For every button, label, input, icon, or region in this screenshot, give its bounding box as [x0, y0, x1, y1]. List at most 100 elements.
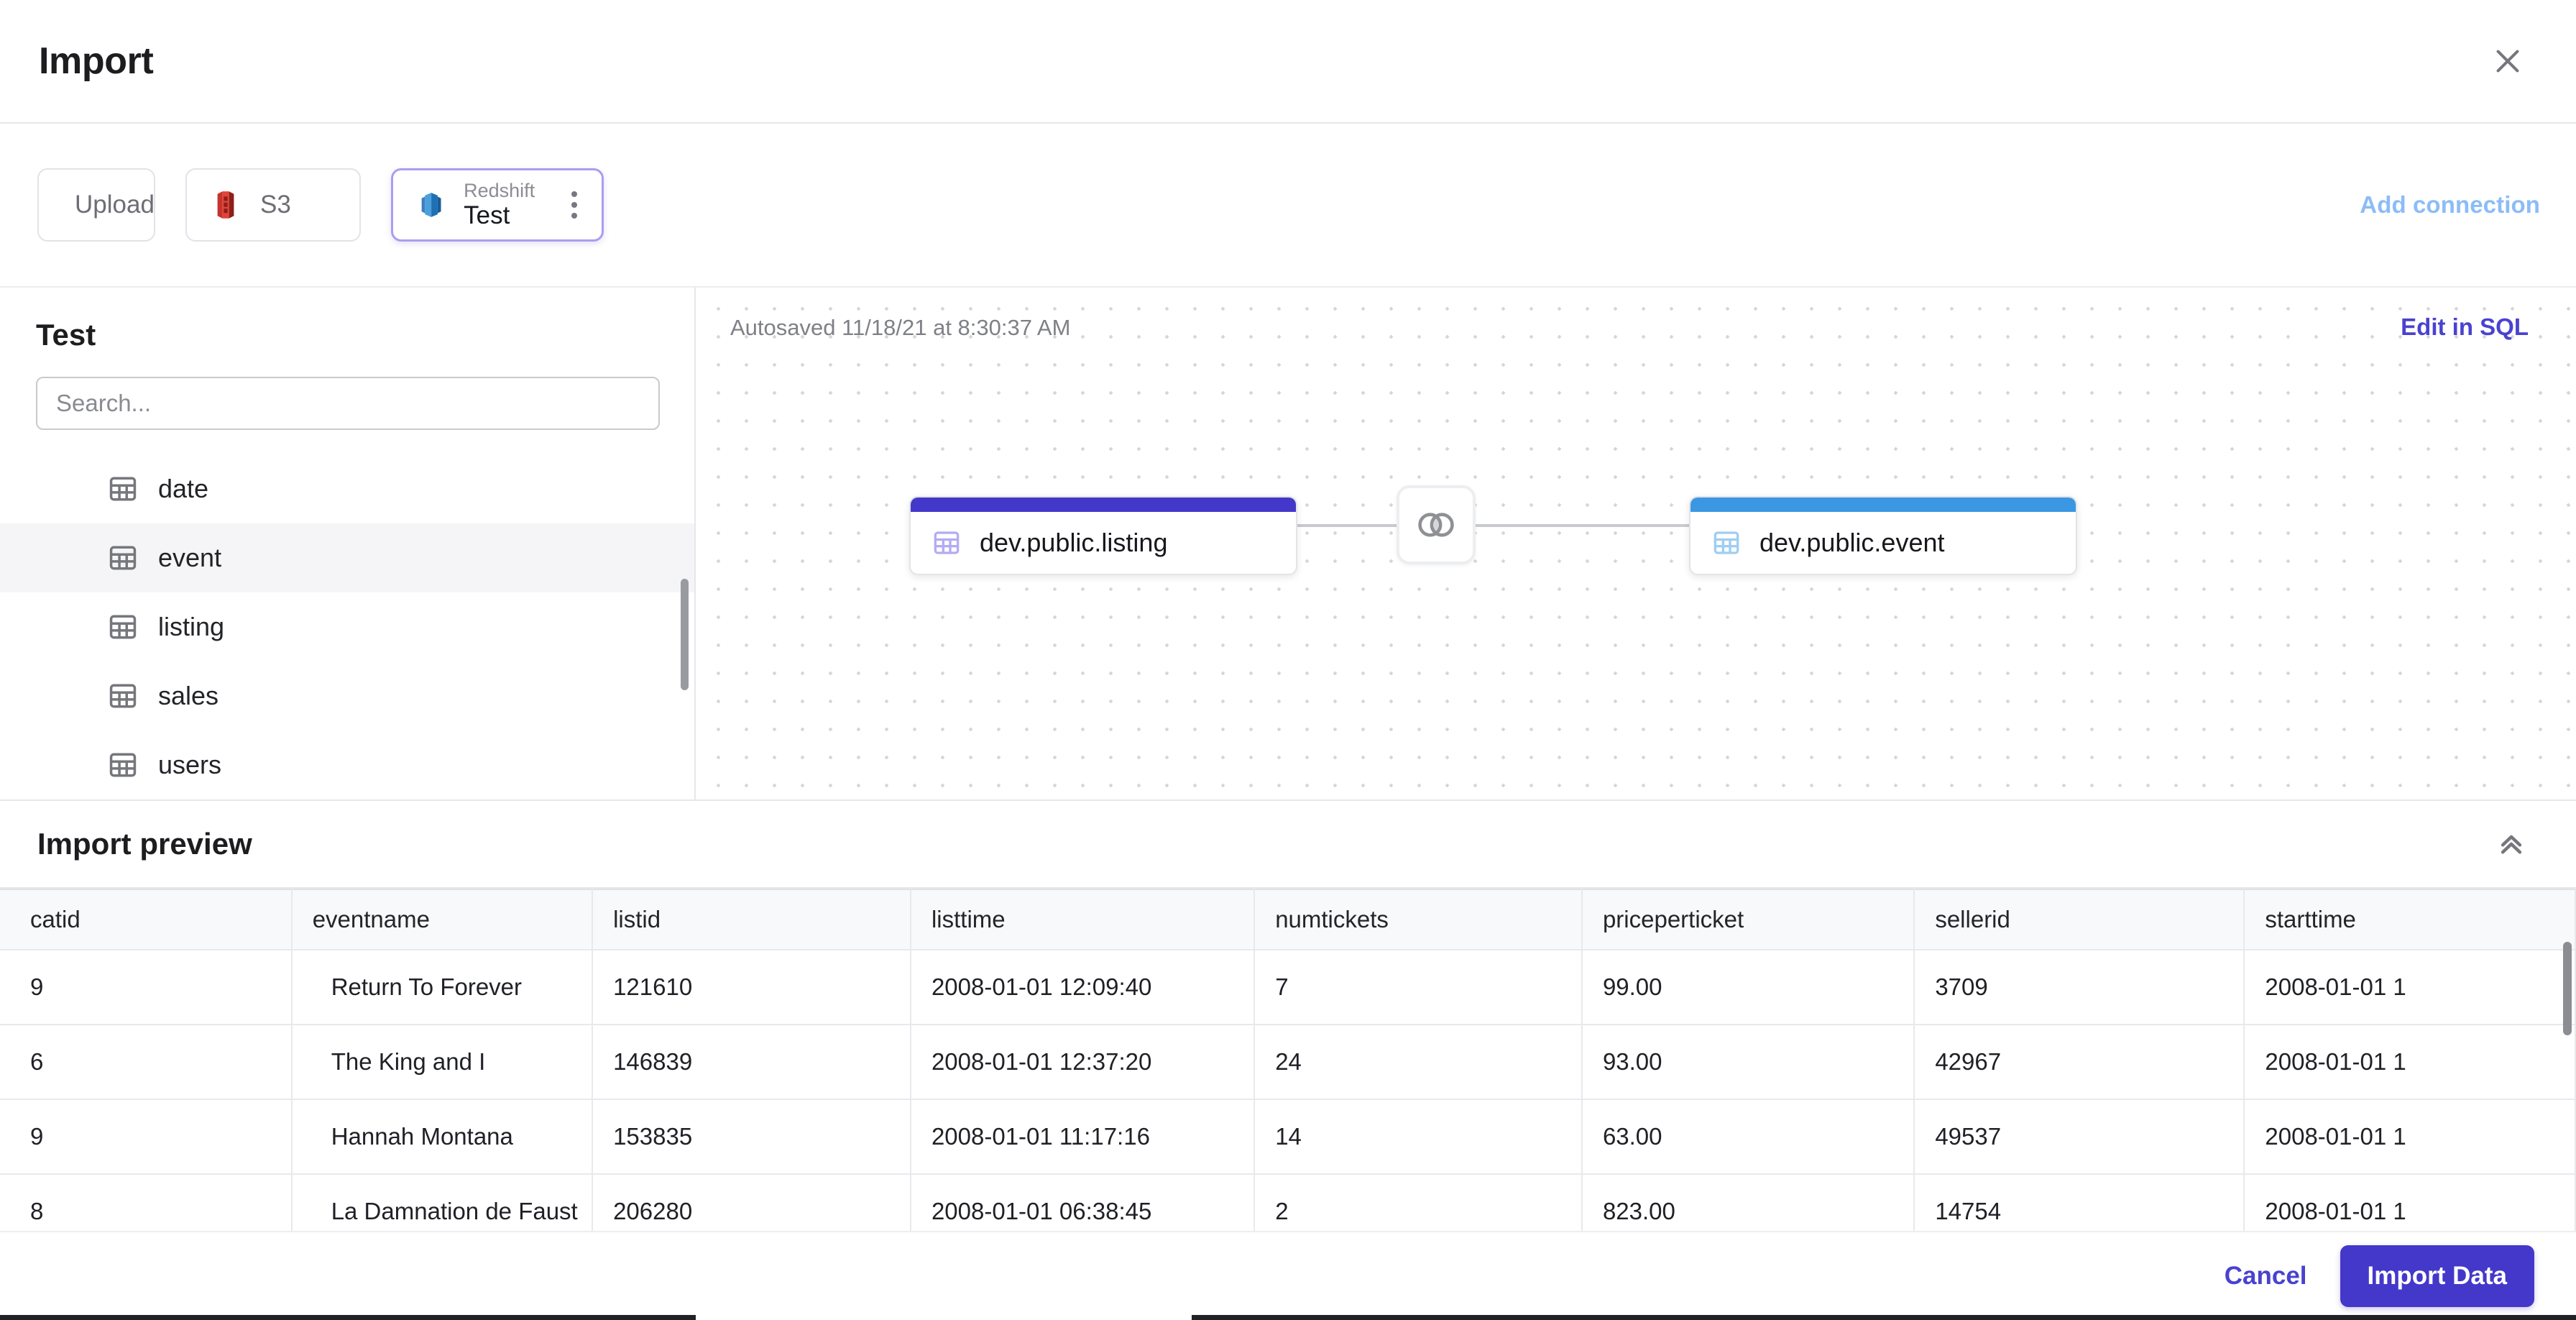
table-row[interactable]: 9 Hannah Montana 153835 2008-01-01 11:17…	[0, 1099, 2576, 1175]
sidebar-item-label: users	[158, 750, 222, 779]
cell-numtickets: 14	[1254, 1099, 1583, 1175]
sidebar-item-label: date	[158, 474, 209, 503]
sidebar-item-users[interactable]: users	[0, 730, 694, 799]
sidebar-item-event[interactable]: event	[0, 523, 694, 592]
cell-catid: 9	[0, 950, 293, 1025]
cell-sellerid: 49537	[1914, 1099, 2245, 1175]
column-header-listid[interactable]: listid	[592, 889, 911, 950]
column-header-catid[interactable]: catid	[0, 889, 293, 950]
table-icon	[109, 615, 137, 639]
canvas-node-event[interactable]: dev.public.event	[1689, 496, 2077, 575]
node-body: dev.public.event	[1690, 512, 2076, 574]
node-body: dev.public.listing	[911, 512, 1296, 574]
cell-catid: 8	[0, 1174, 293, 1231]
cell-eventname: Hannah Montana	[291, 1099, 594, 1175]
close-icon	[2496, 50, 2519, 73]
import-preview-title: Import preview	[37, 827, 252, 861]
sidebar-item-sales[interactable]: sales	[0, 661, 694, 730]
cell-listtime: 2008-01-01 06:38:45	[910, 1174, 1256, 1231]
sidebar-item-date[interactable]: date	[0, 454, 694, 523]
cell-listid: 146839	[592, 1025, 911, 1100]
bottom-strip-notch	[696, 1315, 1192, 1320]
cell-listid: 121610	[592, 950, 911, 1025]
table-row[interactable]: 6 The King and I 146839 2008-01-01 12:37…	[0, 1025, 2576, 1100]
table-row[interactable]: 9 Return To Forever 121610 2008-01-01 12…	[0, 950, 2576, 1025]
connection-tab-redshift-name: Test	[464, 201, 510, 230]
cell-sellerid: 14754	[1914, 1174, 2245, 1231]
column-header-eventname[interactable]: eventname	[291, 889, 594, 950]
cell-numtickets: 7	[1254, 950, 1583, 1025]
import-data-button[interactable]: Import Data	[2340, 1245, 2534, 1307]
import-preview-grid-wrapper[interactable]: catid eventname listid listtime numticke…	[0, 887, 2576, 1231]
edge-join-to-event	[1476, 524, 1689, 527]
kebab-dot	[571, 213, 577, 219]
table-body: 9 Return To Forever 121610 2008-01-01 12…	[0, 950, 2576, 1231]
preview-vertical-scrollbar[interactable]	[2563, 942, 2572, 1035]
connection-tab-redshift-menu-button[interactable]	[559, 191, 589, 219]
table-list: date event listing sales users	[0, 454, 694, 799]
import-dialog: Import Upload S3 Redshift Test Add conne…	[0, 0, 2576, 1320]
join-canvas[interactable]: Autosaved 11/18/21 at 8:30:37 AM Edit in…	[696, 288, 2576, 799]
connection-tab-s3[interactable]: S3	[185, 168, 361, 242]
node-accent-bar	[911, 498, 1296, 512]
cell-numtickets: 2	[1254, 1174, 1583, 1231]
column-header-sellerid[interactable]: sellerid	[1914, 889, 2245, 950]
cell-priceperticket: 93.00	[1581, 1025, 1915, 1100]
cell-catid: 9	[0, 1099, 293, 1175]
cell-starttime: 2008-01-01 1	[2244, 1099, 2576, 1175]
connection-tab-redshift-kind: Redshift	[464, 179, 535, 201]
table-header: catid eventname listid listtime numticke…	[0, 889, 2576, 950]
cell-sellerid: 42967	[1914, 1025, 2245, 1100]
search-input[interactable]	[36, 377, 660, 430]
cell-priceperticket: 63.00	[1581, 1099, 1915, 1175]
node-label: dev.public.listing	[980, 528, 1168, 557]
kebab-menu-icon	[571, 191, 577, 197]
cell-sellerid: 3709	[1914, 950, 2245, 1025]
sidebar-item-label: listing	[158, 612, 225, 641]
page-title: Import	[39, 40, 154, 82]
table-icon	[109, 753, 137, 777]
connection-tab-upload[interactable]: Upload	[37, 168, 155, 242]
edge-listing-to-join	[1297, 524, 1397, 527]
join-node[interactable]	[1397, 485, 1476, 564]
window-bottom-strip	[0, 1315, 2576, 1320]
connection-tab-redshift-texts: Redshift Test	[464, 180, 535, 230]
cell-listid: 153835	[592, 1099, 911, 1175]
sidebar-item-label: sales	[158, 681, 219, 710]
collapse-preview-button[interactable]	[2488, 821, 2534, 867]
connection-tab-s3-label: S3	[260, 191, 291, 219]
cell-starttime: 2008-01-01 1	[2244, 1174, 2576, 1231]
column-header-listtime[interactable]: listtime	[910, 889, 1256, 950]
column-header-starttime[interactable]: starttime	[2244, 889, 2576, 950]
sidebar-title: Test	[36, 318, 96, 352]
column-header-numtickets[interactable]: numtickets	[1254, 889, 1583, 950]
cell-listtime: 2008-01-01 12:09:40	[910, 950, 1256, 1025]
cell-eventname: Return To Forever	[291, 950, 594, 1025]
cell-eventname: La Damnation de Faust	[291, 1174, 594, 1231]
connection-tabs-bar: Upload S3 Redshift Test Add connection	[0, 124, 2576, 288]
cell-starttime: 2008-01-01 1	[2244, 950, 2576, 1025]
cell-priceperticket: 99.00	[1581, 950, 1915, 1025]
cell-listtime: 2008-01-01 11:17:16	[910, 1099, 1256, 1175]
cell-priceperticket: 823.00	[1581, 1174, 1915, 1231]
cell-eventname: The King and I	[291, 1025, 594, 1100]
add-connection-link[interactable]: Add connection	[2360, 191, 2540, 219]
connection-tab-redshift[interactable]: Redshift Test	[391, 168, 604, 242]
dialog-footer: Cancel Import Data	[0, 1231, 2576, 1320]
cell-catid: 6	[0, 1025, 293, 1100]
edit-in-sql-link[interactable]: Edit in SQL	[2401, 313, 2529, 341]
cell-listtime: 2008-01-01 12:37:20	[910, 1025, 1256, 1100]
middle-region: Test date event	[0, 288, 2576, 801]
close-button[interactable]	[2481, 35, 2534, 88]
sidebar-item-listing[interactable]: listing	[0, 592, 694, 661]
search-wrapper	[0, 352, 694, 430]
aws-redshift-icon	[421, 193, 441, 217]
table-icon	[934, 531, 960, 554]
table-header-row: catid eventname listid listtime numticke…	[0, 889, 2576, 950]
column-header-priceperticket[interactable]: priceperticket	[1581, 889, 1915, 950]
cell-listid: 206280	[592, 1174, 911, 1231]
canvas-node-listing[interactable]: dev.public.listing	[909, 496, 1297, 575]
sidebar-scrollbar[interactable]	[681, 579, 689, 690]
cancel-button[interactable]: Cancel	[2225, 1262, 2307, 1291]
table-row[interactable]: 8 La Damnation de Faust 206280 2008-01-0…	[0, 1174, 2576, 1231]
